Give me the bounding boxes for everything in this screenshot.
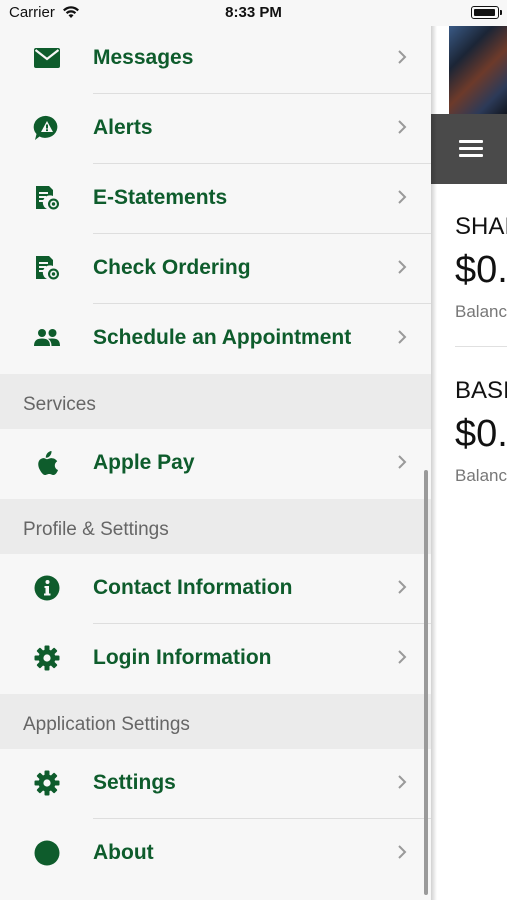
chevron-right-icon — [396, 577, 408, 597]
battery-level-fill — [474, 9, 495, 16]
account-balance-caption: Balanc — [455, 466, 507, 485]
menu-item-label: Schedule an Appointment — [93, 326, 352, 349]
chevron-right-icon — [396, 47, 408, 67]
menu-item-label: About — [93, 841, 154, 864]
menu-item-contact-information[interactable]: Contact Information — [0, 554, 431, 624]
account-divider — [455, 346, 507, 347]
menu-item-label: Apple Pay — [93, 451, 195, 474]
chevron-right-icon — [396, 842, 408, 862]
section-title: Profile & Settings — [23, 519, 169, 540]
menu-item-login-information[interactable]: Login Information — [0, 624, 431, 694]
envelope-icon — [33, 44, 61, 72]
account-balance-caption: Balanc — [455, 302, 507, 321]
section-header-services: Services — [0, 374, 431, 429]
chevron-right-icon — [396, 647, 408, 667]
main-navbar — [431, 114, 507, 184]
section-title: Application Settings — [23, 714, 190, 735]
section-header-application-settings: Application Settings — [0, 694, 431, 749]
banner-photo — [449, 26, 507, 114]
menu-item-label: Check Ordering — [93, 256, 251, 279]
hamburger-menu-icon[interactable] — [459, 140, 483, 158]
section-title: Services — [23, 394, 96, 415]
status-bar: Carrier 8:33 PM — [0, 0, 507, 26]
menu-item-settings[interactable]: Settings — [0, 749, 431, 819]
drawer-scrollbar[interactable] — [424, 470, 428, 895]
chevron-right-icon — [396, 452, 408, 472]
main-content-peek[interactable]: SHAI $0. Balanc BASI $0. Balanc — [431, 0, 507, 900]
menu-item-schedule-appointment[interactable]: Schedule an Appointment — [0, 304, 431, 374]
account-balance: $0. — [455, 413, 507, 455]
menu-item-alerts[interactable]: Alerts — [0, 94, 431, 164]
menu-item-label: Contact Information — [93, 576, 293, 599]
info-icon — [33, 574, 61, 602]
chevron-right-icon — [396, 117, 408, 137]
gear-icon — [33, 644, 61, 672]
menu-item-label: Alerts — [93, 116, 153, 139]
chevron-right-icon — [396, 772, 408, 792]
gear-icon — [33, 769, 61, 797]
status-time: 8:33 PM — [225, 4, 282, 21]
statement-icon — [33, 254, 61, 282]
chevron-right-icon — [396, 257, 408, 277]
account-balance: $0. — [455, 249, 507, 291]
account-name: BASI — [455, 377, 507, 404]
menu-item-check-ordering[interactable]: Check Ordering — [0, 234, 431, 304]
drawer-shadow — [431, 0, 437, 900]
circle-icon — [33, 839, 61, 867]
menu-item-apple-pay[interactable]: Apple Pay — [0, 429, 431, 499]
menu-item-messages[interactable]: Messages — [0, 24, 431, 94]
section-header-profile-settings: Profile & Settings — [0, 499, 431, 554]
account-name: SHAI — [455, 213, 507, 240]
menu-item-label: Messages — [93, 46, 194, 69]
alert-bubble-icon — [33, 114, 61, 142]
menu-item-label: Settings — [93, 771, 176, 794]
menu-item-e-statements[interactable]: E-Statements — [0, 164, 431, 234]
statement-icon — [33, 184, 61, 212]
menu-item-label: E-Statements — [93, 186, 228, 209]
people-icon — [33, 324, 61, 352]
menu-item-about[interactable]: About — [0, 819, 431, 889]
navigation-drawer[interactable]: Messages Alerts E-Statements Check Order… — [0, 0, 431, 900]
battery-icon — [471, 6, 502, 19]
apple-icon — [33, 449, 61, 477]
chevron-right-icon — [396, 327, 408, 347]
chevron-right-icon — [396, 187, 408, 207]
menu-item-label: Login Information — [93, 646, 272, 669]
